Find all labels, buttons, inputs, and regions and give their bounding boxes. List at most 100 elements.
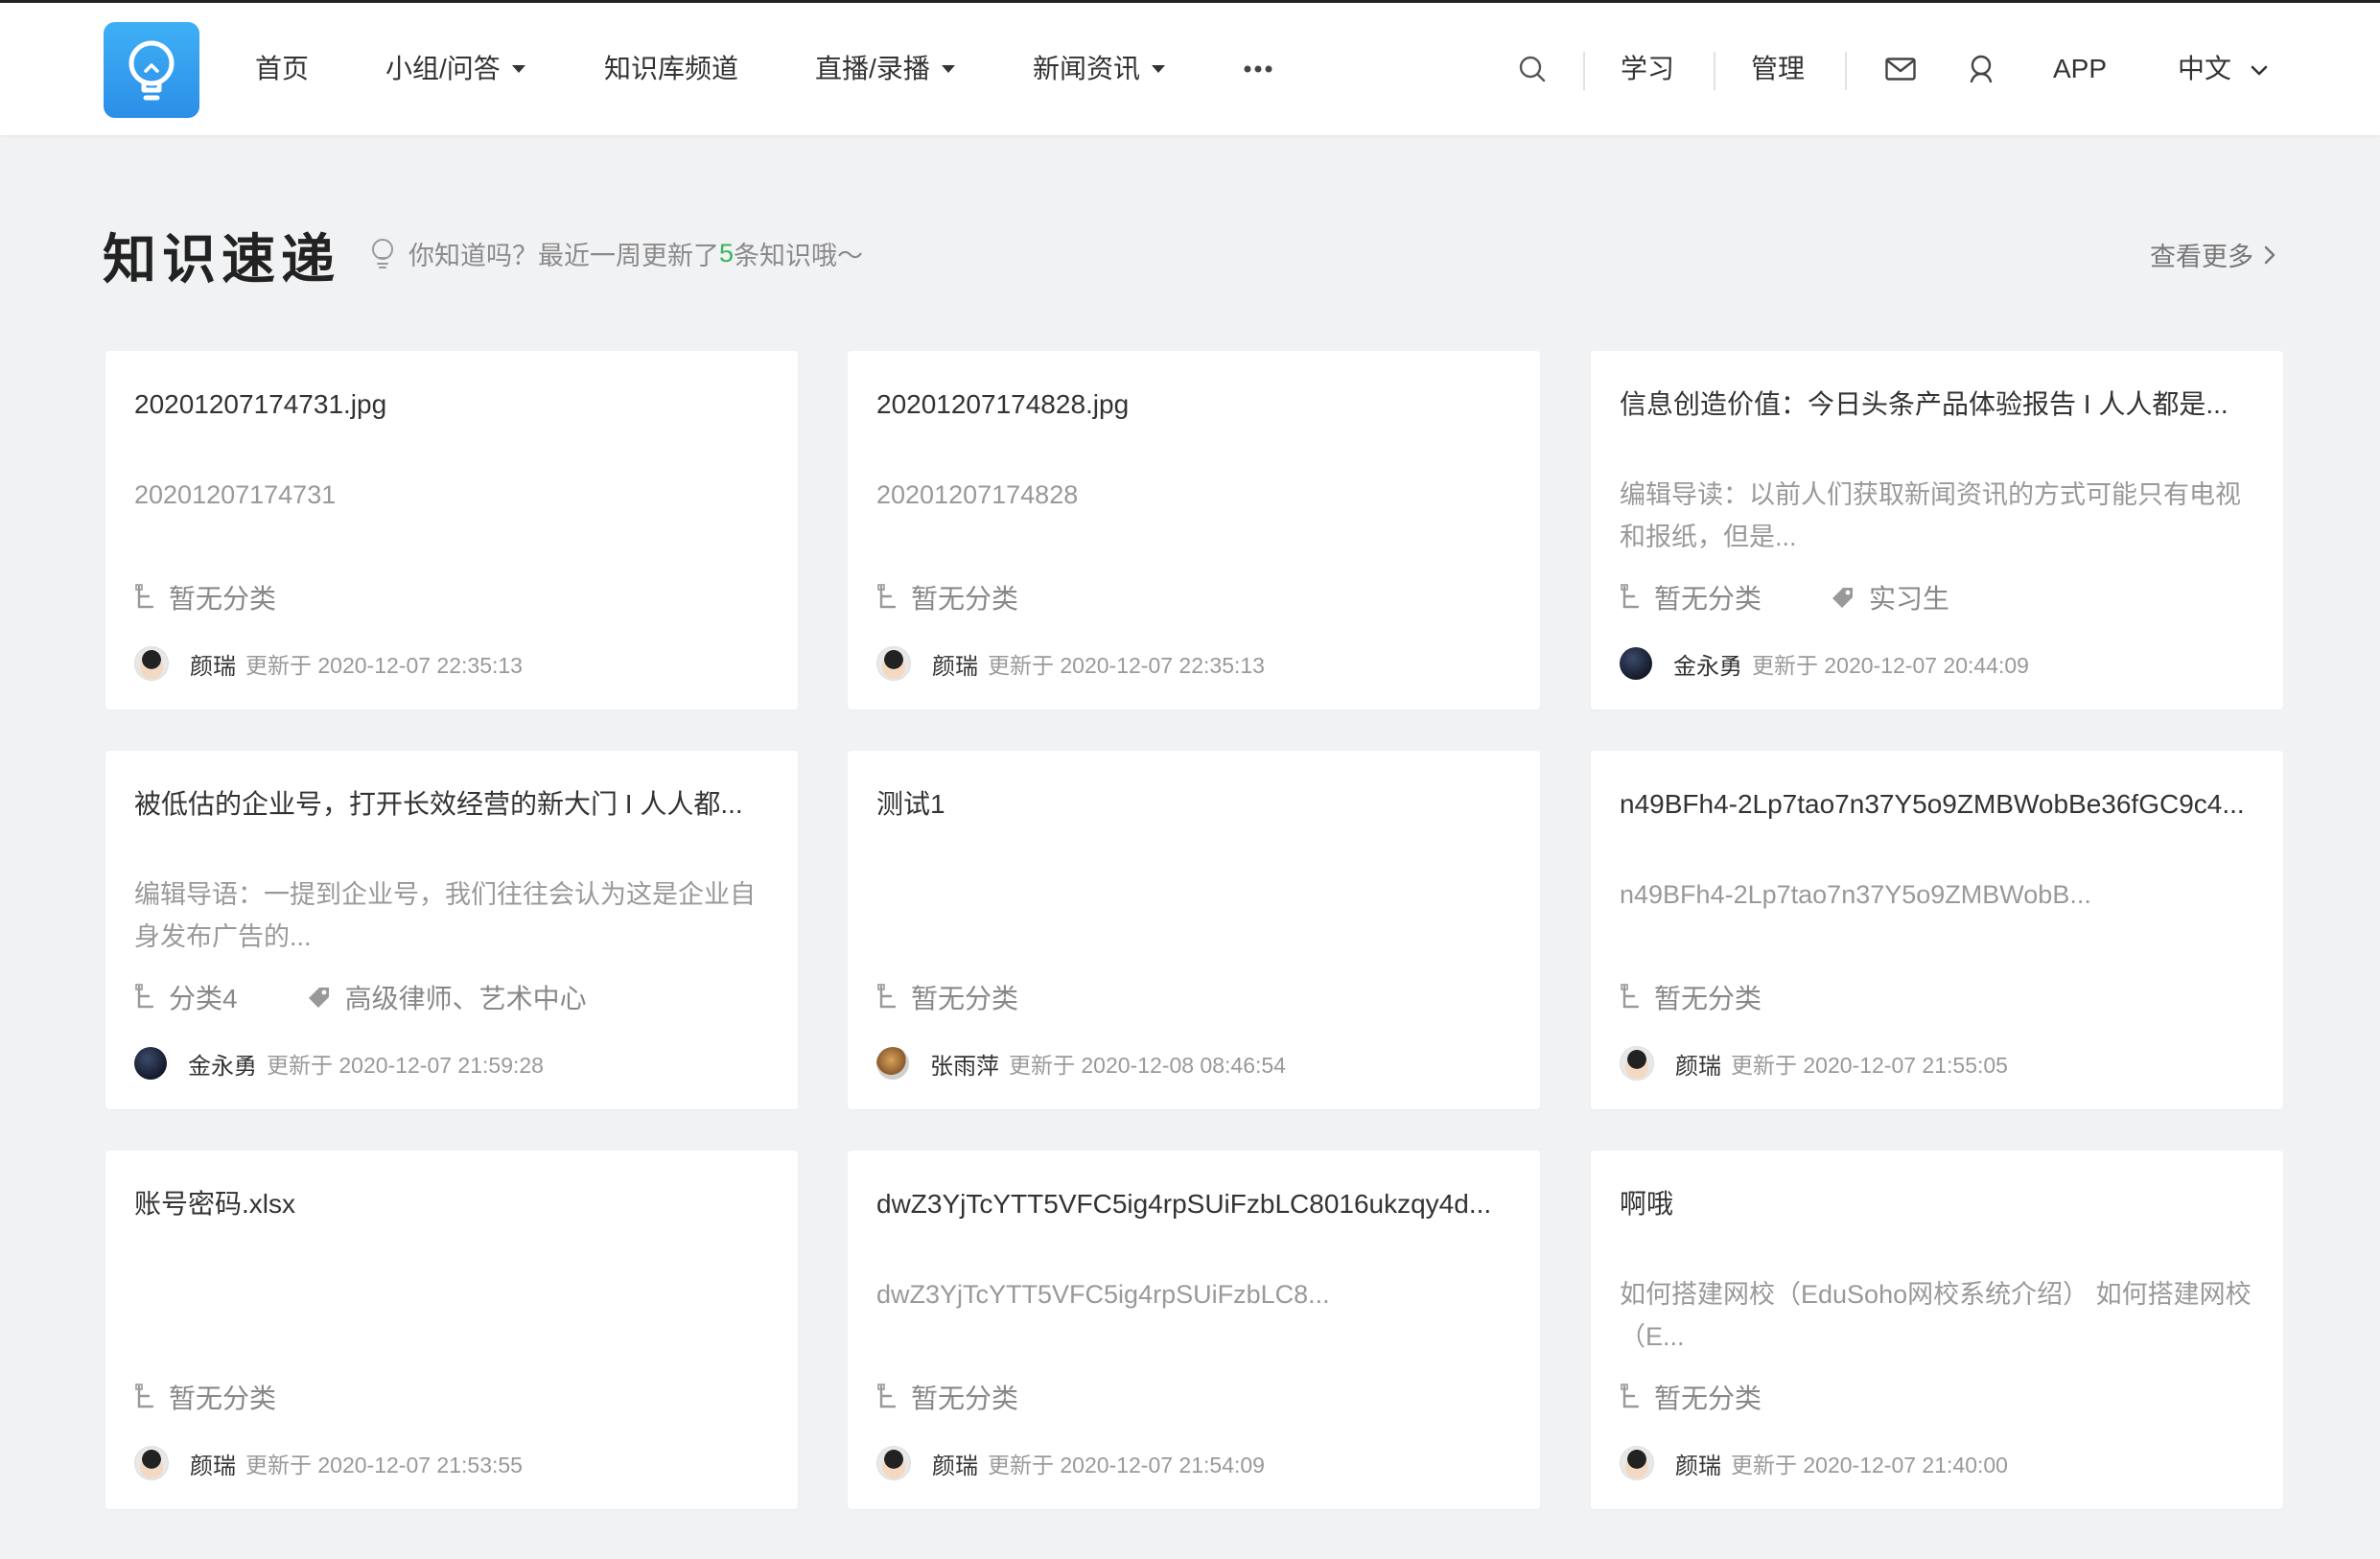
card-meta: 暂无分类 bbox=[134, 1378, 276, 1416]
nav-home[interactable]: 首页 bbox=[255, 3, 309, 135]
site-logo[interactable] bbox=[104, 22, 199, 118]
nav-groups-qa[interactable]: 小组/问答 bbox=[385, 3, 525, 135]
author-name[interactable]: 颜瑞 bbox=[190, 1447, 236, 1480]
user-icon[interactable] bbox=[1962, 3, 2000, 135]
card-title[interactable]: 20201207174731.jpg bbox=[134, 385, 771, 424]
card-description: 编辑导读：以前人们获取新闻资讯的方式可能只有电视和报纸，但是... bbox=[1620, 480, 2241, 551]
card-description: dwZ3YjTcYTT5VFC5ig4rpSUiFzbLC8... bbox=[876, 1280, 1330, 1309]
caret-down-icon bbox=[941, 64, 955, 73]
knowledge-card[interactable]: 账号密码.xlsx 暂无分类 颜瑞 更新于 2020-12-07 21:53:5… bbox=[105, 1151, 798, 1509]
nav-study[interactable]: 学习 bbox=[1621, 3, 1674, 135]
card-meta: 暂无分类 bbox=[134, 578, 276, 617]
card-title[interactable]: n49BFh4-2Lp7tao7n37Y5o9ZMBWobBe36fGC9c4.… bbox=[1620, 785, 2256, 824]
card-author-row: 金永勇 更新于 2020-12-07 21:59:28 bbox=[134, 1044, 544, 1082]
card-title[interactable]: 账号密码.xlsx bbox=[134, 1185, 771, 1223]
card-meta: 分类4 高级律师、艺术中心 bbox=[134, 978, 587, 1016]
knowledge-card[interactable]: 啊哦 如何搭建网校（EduSoho网校系统介绍） 如何搭建网校（E... 暂无分… bbox=[1591, 1151, 2283, 1509]
card-category: 分类4 bbox=[134, 978, 238, 1016]
card-title[interactable]: 被低估的企业号，打开长效经营的新大门 I 人人都... bbox=[134, 785, 771, 824]
card-author-row: 颜瑞 更新于 2020-12-07 21:53:55 bbox=[134, 1444, 523, 1482]
nav-divider bbox=[1714, 52, 1715, 90]
card-category-label: 暂无分类 bbox=[911, 584, 1019, 614]
author-name[interactable]: 颜瑞 bbox=[1675, 1047, 1721, 1081]
tag-icon bbox=[1832, 588, 1854, 608]
author-name[interactable]: 金永勇 bbox=[1673, 647, 1742, 681]
card-category: 暂无分类 bbox=[876, 578, 1018, 617]
card-category: 暂无分类 bbox=[876, 1378, 1018, 1416]
knowledge-card[interactable]: 被低估的企业号，打开长效经营的新大门 I 人人都... 编辑导语：一提到企业号，… bbox=[105, 751, 798, 1109]
update-time: 更新于 2020-12-07 20:44:09 bbox=[1752, 653, 2029, 678]
category-tree-icon bbox=[877, 984, 897, 1009]
more-dots-icon[interactable] bbox=[1239, 3, 1277, 135]
mail-icon[interactable] bbox=[1881, 3, 1920, 135]
avatar[interactable] bbox=[876, 1446, 911, 1480]
card-category-label: 分类4 bbox=[169, 984, 238, 1013]
card-description: 20201207174828 bbox=[876, 480, 1079, 509]
author-name[interactable]: 颜瑞 bbox=[1675, 1447, 1721, 1480]
tip-prefix: 你知道吗？最近一周更新了 bbox=[408, 242, 719, 270]
nav-divider bbox=[1845, 52, 1847, 90]
update-time: 更新于 2020-12-07 21:40:00 bbox=[1731, 1453, 2008, 1478]
author-name[interactable]: 颜瑞 bbox=[190, 647, 236, 681]
chevron-right-icon bbox=[2264, 245, 2275, 264]
language-select[interactable]: 中文 bbox=[2178, 3, 2268, 135]
author-name[interactable]: 颜瑞 bbox=[932, 1447, 978, 1480]
card-meta: 暂无分类 实习生 bbox=[1620, 578, 1949, 617]
view-more-link[interactable]: 查看更多 bbox=[2150, 236, 2276, 273]
author-name[interactable]: 颜瑞 bbox=[932, 647, 978, 681]
search-icon[interactable] bbox=[1513, 3, 1552, 135]
nav-news[interactable]: 新闻资讯 bbox=[1033, 3, 1166, 135]
avatar[interactable] bbox=[876, 1047, 909, 1080]
card-category-label: 暂无分类 bbox=[1654, 1384, 1762, 1413]
category-tree-icon bbox=[135, 1384, 154, 1408]
tag-icon bbox=[308, 988, 329, 1008]
card-title[interactable]: 20201207174828.jpg bbox=[876, 385, 1513, 424]
card-title[interactable]: 信息创造价值：今日头条产品体验报告 I 人人都是... bbox=[1620, 385, 2256, 424]
card-category-label: 暂无分类 bbox=[911, 1384, 1019, 1413]
card-title[interactable]: 测试1 bbox=[876, 785, 1513, 824]
avatar[interactable] bbox=[1620, 647, 1652, 680]
card-tags-label: 高级律师、艺术中心 bbox=[344, 984, 587, 1013]
author-name[interactable]: 张雨萍 bbox=[930, 1047, 999, 1081]
avatar[interactable] bbox=[1620, 1046, 1654, 1081]
card-author-row: 颜瑞 更新于 2020-12-07 22:35:13 bbox=[876, 644, 1265, 683]
lightbulb-icon bbox=[128, 40, 175, 101]
card-category: 暂无分类 bbox=[1620, 978, 1762, 1016]
author-name[interactable]: 金永勇 bbox=[188, 1047, 257, 1081]
card-author-row: 颜瑞 更新于 2020-12-07 21:40:00 bbox=[1620, 1444, 2008, 1482]
knowledge-card[interactable]: 测试1 暂无分类 张雨萍 更新于 2020-12-08 08:46:54 bbox=[848, 751, 1540, 1109]
update-time: 更新于 2020-12-07 21:54:09 bbox=[988, 1453, 1265, 1478]
lightbulb-icon bbox=[372, 238, 393, 268]
update-tip: 你知道吗？最近一周更新了 5 条知识哦～ bbox=[370, 235, 863, 272]
avatar[interactable] bbox=[876, 646, 911, 681]
avatar[interactable] bbox=[134, 1047, 167, 1080]
category-tree-icon bbox=[135, 984, 154, 1009]
caret-down-icon bbox=[1152, 64, 1166, 73]
card-meta: 暂无分类 bbox=[876, 978, 1018, 1016]
card-tags-label: 实习生 bbox=[1869, 584, 1950, 614]
nav-app[interactable]: APP bbox=[2053, 3, 2107, 135]
card-category: 暂无分类 bbox=[134, 578, 276, 617]
card-title[interactable]: dwZ3YjTcYTT5VFC5ig4rpSUiFzbLC8016ukzqy4d… bbox=[876, 1185, 1513, 1223]
card-category-label: 暂无分类 bbox=[169, 584, 277, 614]
card-author-row: 颜瑞 更新于 2020-12-07 21:54:09 bbox=[876, 1444, 1265, 1482]
section-title: 知识速递 bbox=[103, 229, 340, 290]
knowledge-card[interactable]: n49BFh4-2Lp7tao7n37Y5o9ZMBWobBe36fGC9c4.… bbox=[1591, 751, 2283, 1109]
knowledge-card[interactable]: dwZ3YjTcYTT5VFC5ig4rpSUiFzbLC8016ukzqy4d… bbox=[848, 1151, 1540, 1509]
avatar[interactable] bbox=[134, 1446, 169, 1480]
card-author-row: 张雨萍 更新于 2020-12-08 08:46:54 bbox=[876, 1044, 1286, 1082]
avatar[interactable] bbox=[134, 646, 169, 681]
knowledge-card[interactable]: 20201207174731.jpg 20201207174731 暂无分类 颜… bbox=[105, 351, 798, 710]
avatar[interactable] bbox=[1620, 1446, 1654, 1480]
knowledge-card[interactable]: 20201207174828.jpg 20201207174828 暂无分类 颜… bbox=[848, 351, 1540, 710]
card-title[interactable]: 啊哦 bbox=[1620, 1185, 2256, 1223]
knowledge-card[interactable]: 信息创造价值：今日头条产品体验报告 I 人人都是... 编辑导读：以前人们获取新… bbox=[1591, 351, 2283, 710]
category-tree-icon bbox=[1621, 1384, 1640, 1408]
category-tree-icon bbox=[1621, 984, 1640, 1009]
nav-knowledge-channel[interactable]: 知识库频道 bbox=[604, 3, 738, 135]
card-meta: 暂无分类 bbox=[876, 578, 1018, 617]
update-time: 更新于 2020-12-07 22:35:13 bbox=[245, 653, 523, 678]
nav-divider bbox=[1583, 52, 1585, 90]
nav-manage[interactable]: 管理 bbox=[1751, 3, 1805, 135]
nav-live-recorded[interactable]: 直播/录播 bbox=[815, 3, 955, 135]
